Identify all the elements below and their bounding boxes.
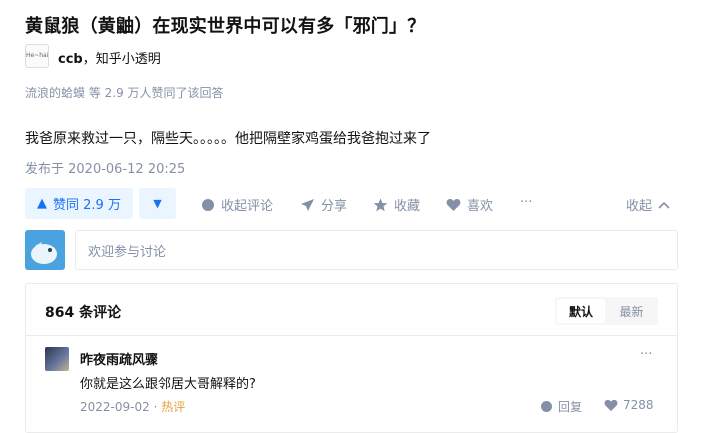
upvote-button[interactable]: ▲ 赞同 2.9 万 bbox=[25, 188, 133, 219]
comment-like-count: 7288 bbox=[623, 398, 654, 412]
comment-input[interactable]: 欢迎参与讨论 bbox=[75, 230, 678, 270]
triangle-down-icon: ▼ bbox=[153, 197, 162, 210]
like-button[interactable]: 喜欢 bbox=[446, 195, 493, 214]
reply-button[interactable]: 回复 bbox=[540, 398, 582, 415]
star-icon bbox=[373, 198, 388, 211]
like-label: 喜欢 bbox=[467, 199, 494, 214]
answer-content: 我爸原来救过一只，隔些天。。。。。他把隔壁家鸡蛋给我爸抱过来了 bbox=[25, 131, 431, 147]
chevron-up-icon bbox=[658, 201, 670, 209]
author-avatar[interactable]: He~hai bbox=[25, 44, 49, 68]
comment-meta: 2022-09-02 · 热评 bbox=[80, 398, 185, 415]
collect-button[interactable]: 收藏 bbox=[373, 195, 420, 214]
publish-date: 发布于 2020-06-12 20:25 bbox=[25, 162, 186, 177]
bird-avatar-icon bbox=[31, 242, 57, 264]
question-title[interactable]: 黄鼠狼（黄鼬）在现实世界中可以有多「邪门」？ bbox=[25, 12, 425, 38]
more-actions-button[interactable]: ··· bbox=[520, 195, 532, 210]
triangle-up-icon: ▲ bbox=[37, 196, 48, 211]
share-button[interactable]: 分享 bbox=[300, 195, 347, 214]
collapse-comments-button[interactable]: 收起评论 bbox=[201, 195, 273, 214]
heart-icon bbox=[446, 198, 461, 211]
commenter-name[interactable]: 昨夜雨疏风骤 bbox=[80, 349, 158, 368]
comment-count: 864 条评论 bbox=[45, 305, 122, 321]
collapse-label: 收起 bbox=[626, 199, 653, 214]
heart-icon bbox=[604, 399, 618, 411]
author-name[interactable]: ccb bbox=[58, 52, 83, 67]
author-separator: ， bbox=[82, 52, 96, 67]
downvote-button[interactable]: ▼ bbox=[139, 188, 176, 219]
sort-latest-tab[interactable]: 最新 bbox=[607, 299, 656, 323]
upvote-label: 赞同 2.9 万 bbox=[53, 198, 121, 213]
author-bio: 知乎小透明 bbox=[95, 52, 161, 67]
collect-label: 收藏 bbox=[394, 199, 421, 214]
sort-default-tab[interactable]: 默认 bbox=[557, 299, 605, 323]
comments-toggle-label: 收起评论 bbox=[221, 199, 274, 214]
comment-more-icon[interactable]: ··· bbox=[640, 347, 652, 362]
current-user-avatar[interactable] bbox=[25, 230, 65, 270]
author-line: ccb，知乎小透明 bbox=[58, 48, 161, 67]
comment-text: 你就是这么跟邻居大哥解释的? bbox=[80, 377, 256, 392]
ellipsis-icon: ··· bbox=[520, 195, 533, 210]
reply-bubble-icon bbox=[541, 401, 552, 412]
comment-date: 2022-09-02 bbox=[80, 400, 150, 414]
divider bbox=[26, 335, 677, 336]
collapse-answer-button[interactable]: 收起 bbox=[626, 195, 670, 214]
hot-badge: 热评 bbox=[161, 400, 186, 414]
reply-label: 回复 bbox=[558, 400, 583, 414]
share-plane-icon bbox=[301, 198, 314, 211]
meta-dot: · bbox=[153, 400, 158, 414]
comment-like-button[interactable]: 7288 bbox=[604, 398, 654, 412]
upvoters-text: 流浪的蛤蟆 等 2.9 万人赞同了该回答 bbox=[25, 86, 224, 100]
share-label: 分享 bbox=[321, 199, 348, 214]
commenter-avatar[interactable] bbox=[45, 347, 69, 371]
comment-bubble-icon bbox=[202, 198, 214, 211]
